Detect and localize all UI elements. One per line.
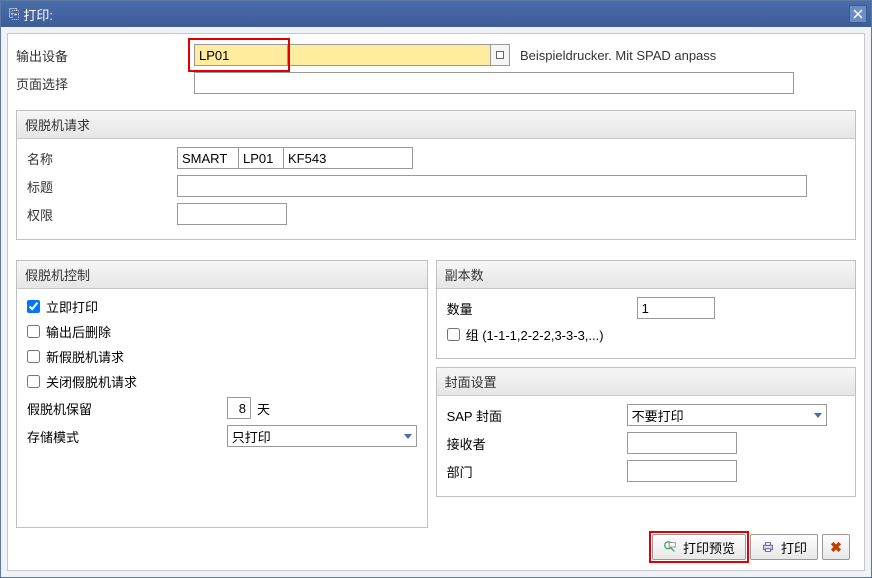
- group-label: 组 (1-1-1,2-2-2,3-3-3,...): [466, 325, 604, 344]
- print-icon: [761, 540, 775, 554]
- value-help-button[interactable]: [490, 44, 510, 66]
- name-part2[interactable]: [238, 147, 284, 169]
- spool-request-group: 假脱机请求 名称 标题 权限: [16, 110, 856, 240]
- count-input[interactable]: [637, 297, 715, 319]
- recipient-input[interactable]: [627, 432, 737, 454]
- output-device-input[interactable]: [194, 44, 288, 66]
- titlebar: ⎘ 打印:: [1, 1, 871, 27]
- group-checkbox[interactable]: [447, 328, 460, 341]
- auth-input[interactable]: [177, 203, 287, 225]
- print-button[interactable]: 打印: [750, 534, 818, 560]
- department-input[interactable]: [627, 460, 737, 482]
- name-part3[interactable]: [283, 147, 413, 169]
- storage-mode-select[interactable]: 只打印: [227, 425, 417, 447]
- count-label: 数量: [447, 299, 637, 318]
- sap-cover-label: SAP 封面: [447, 406, 627, 425]
- retention-label: 假脱机保留: [27, 399, 227, 418]
- close-spool-request-label: 关闭假脱机请求: [46, 372, 137, 391]
- title-input[interactable]: [177, 175, 807, 197]
- window-icon: ⎘: [9, 6, 19, 22]
- print-preview-button[interactable]: 打印预览: [652, 534, 746, 560]
- print-dialog: ⎘ 打印: 输出设备 Beispieldrucker. Mit SPAD anp…: [0, 0, 872, 578]
- cover-group: 封面设置 SAP 封面 不要打印 接收者: [436, 367, 856, 497]
- footer: 打印预览 打印 ✖: [16, 528, 856, 562]
- preview-icon: [663, 540, 677, 554]
- cancel-icon: ✖: [830, 539, 842, 556]
- print-preview-label: 打印预览: [683, 538, 735, 557]
- output-device-desc: Beispieldrucker. Mit SPAD anpass: [520, 48, 716, 63]
- copies-title: 副本数: [437, 261, 855, 289]
- chevron-down-icon: [404, 434, 412, 439]
- output-device-label: 输出设备: [16, 46, 166, 65]
- page-select-input[interactable]: [194, 72, 794, 94]
- spool-request-title: 假脱机请求: [17, 111, 855, 139]
- page-select-label: 页面选择: [16, 74, 166, 93]
- copies-group: 副本数 数量 组 (1-1-1,2-2-2,3-3-3,...): [436, 260, 856, 359]
- department-label: 部门: [447, 462, 627, 481]
- retention-input[interactable]: [227, 397, 251, 419]
- delete-after-output-label: 输出后删除: [46, 322, 111, 341]
- spool-control-group: 假脱机控制 立即打印 输出后删除: [16, 260, 428, 528]
- close-button[interactable]: [849, 5, 867, 23]
- window-title: 打印:: [23, 5, 53, 24]
- cover-title: 封面设置: [437, 368, 855, 396]
- delete-after-output-checkbox[interactable]: [27, 325, 40, 338]
- storage-mode-label: 存储模式: [27, 427, 227, 446]
- sap-cover-value: 不要打印: [632, 406, 684, 425]
- print-label: 打印: [781, 538, 807, 557]
- name-part1[interactable]: [177, 147, 239, 169]
- retention-unit: 天: [257, 399, 270, 418]
- cancel-button[interactable]: ✖: [822, 534, 850, 560]
- new-spool-request-checkbox[interactable]: [27, 350, 40, 363]
- sap-cover-select[interactable]: 不要打印: [627, 404, 827, 426]
- auth-label: 权限: [27, 205, 177, 224]
- value-help-icon: [496, 51, 504, 59]
- print-immediately-checkbox[interactable]: [27, 300, 40, 313]
- new-spool-request-label: 新假脱机请求: [46, 347, 124, 366]
- close-spool-request-checkbox[interactable]: [27, 375, 40, 388]
- spool-control-title: 假脱机控制: [17, 261, 427, 289]
- name-label: 名称: [27, 149, 177, 168]
- storage-mode-value: 只打印: [232, 427, 271, 446]
- chevron-down-icon: [814, 413, 822, 418]
- recipient-label: 接收者: [447, 434, 627, 453]
- output-device-ext[interactable]: [287, 44, 491, 66]
- close-icon: [853, 9, 863, 19]
- print-immediately-label: 立即打印: [46, 297, 98, 316]
- title-field-label: 标题: [27, 177, 177, 196]
